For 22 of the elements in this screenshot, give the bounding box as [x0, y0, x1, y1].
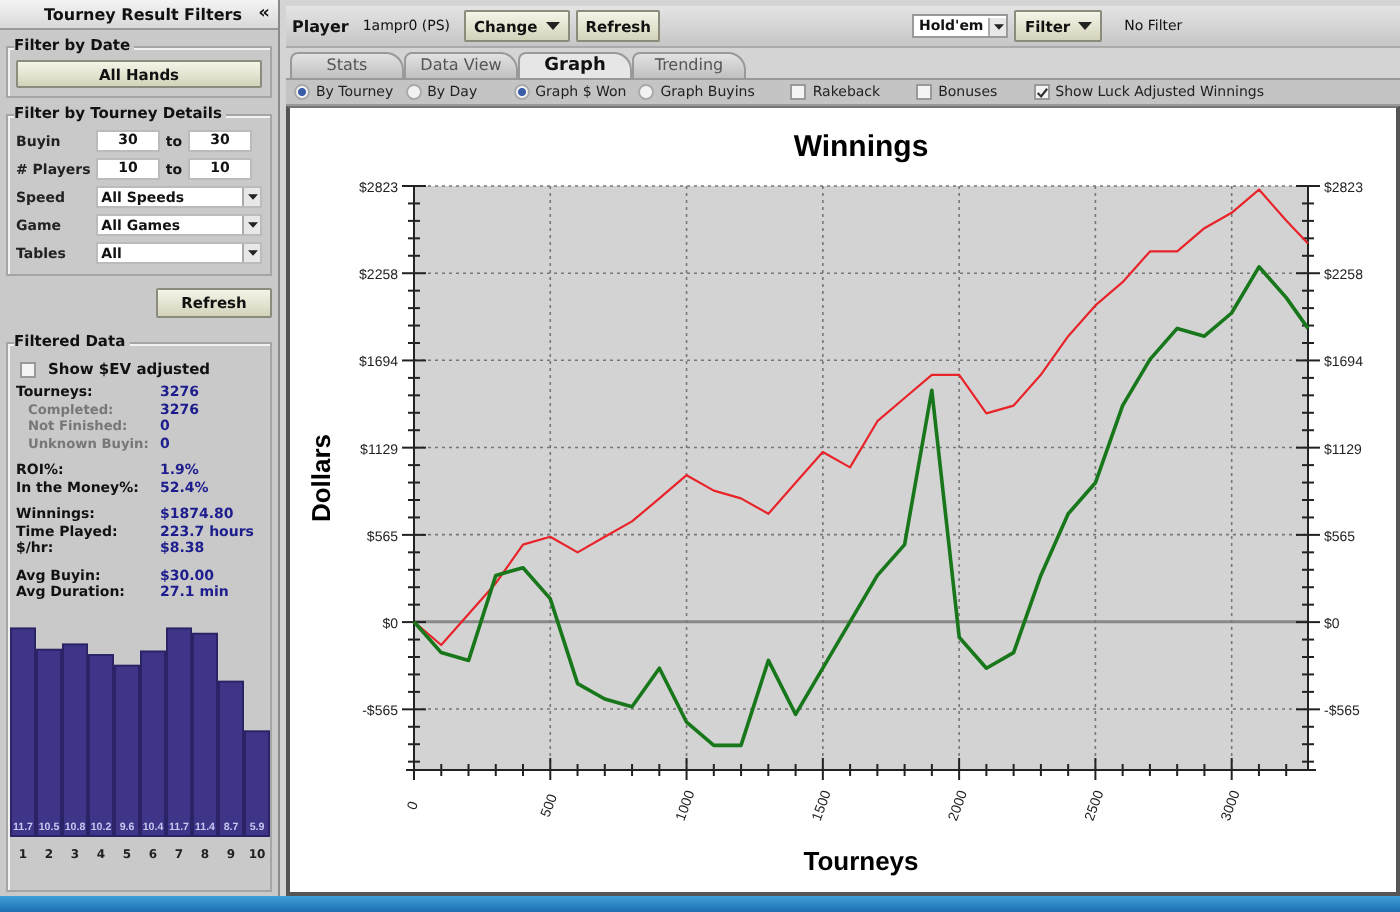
- dropdown-arrow-icon: [247, 250, 257, 256]
- dropdown-arrow-icon: [247, 194, 257, 200]
- checkbox[interactable]: [916, 84, 933, 101]
- checkbox[interactable]: [790, 84, 807, 101]
- checkbox[interactable]: [20, 361, 36, 377]
- panel-title: Tourney Result Filters: [44, 5, 242, 23]
- tab[interactable]: Graph: [518, 52, 632, 79]
- player-label: Player: [292, 17, 349, 36]
- radio-button[interactable]: [638, 84, 655, 101]
- y-axis-title: Dollars: [306, 433, 336, 523]
- checkbox[interactable]: [1033, 84, 1050, 101]
- collapse-button[interactable]: «: [258, 4, 270, 24]
- dropdown-arrow-icon: [993, 23, 1004, 30]
- radio-button[interactable]: [513, 84, 530, 101]
- tab[interactable]: Trending: [632, 52, 746, 79]
- tab[interactable]: Stats: [290, 52, 404, 79]
- tab[interactable]: Data View: [404, 52, 518, 79]
- dropdown-arrow-icon: [247, 222, 257, 228]
- radio-button[interactable]: [294, 84, 310, 101]
- x-axis-title: Tourneys: [803, 846, 919, 876]
- radio-button[interactable]: [405, 84, 422, 101]
- chart-title: Winnings: [793, 130, 929, 164]
